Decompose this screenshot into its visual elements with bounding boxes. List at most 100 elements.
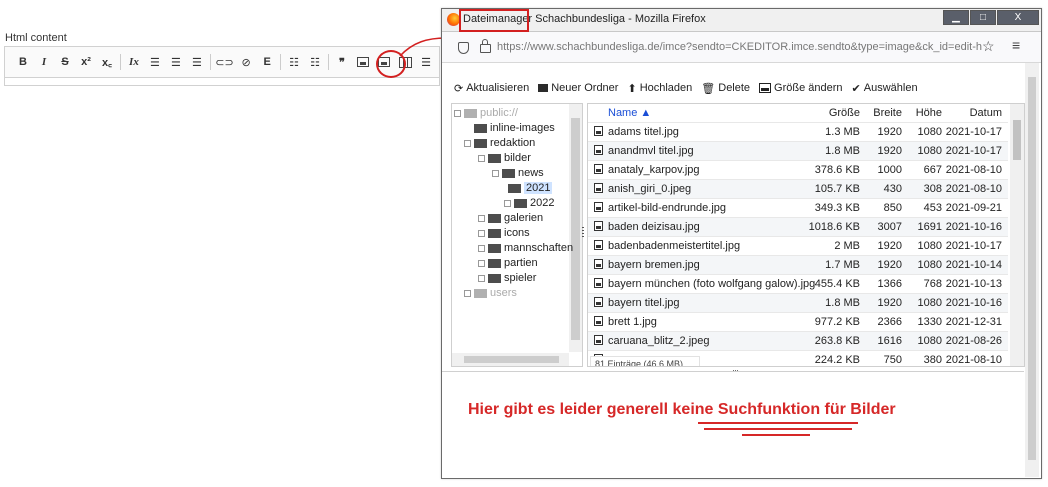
bulleted-list-button[interactable]: ☷ <box>286 53 302 71</box>
file-row[interactable]: baden deizisau.jpg 1018.6 KB 3007 1691 2021-… <box>588 217 1008 237</box>
file-name: bayern titel.jpg <box>608 297 680 309</box>
file-row[interactable]: artikel-bild-endrunde.jpg 349.3 KB 850 453 2… <box>588 198 1008 218</box>
window-titlebar[interactable]: Dateimanager Schachbundesliga - Mozilla … <box>442 9 1041 32</box>
file-row[interactable]: bayern münchen (foto wolfgang galow).jpg… <box>588 274 1008 294</box>
file-row[interactable]: anish_giri_0.jpeg 105.7 KB 430 308 2021-08-1… <box>588 179 1008 199</box>
file-row[interactable]: caruana_blitz_2.jpeg 263.8 KB 1616 1080 2021… <box>588 331 1008 351</box>
italic-button[interactable]: I <box>36 53 52 71</box>
folder-icon <box>464 108 477 118</box>
page-vertical-scrollbar[interactable] <box>1025 63 1039 477</box>
url-text[interactable]: https://www.schachbundesliga.de/imce?sen… <box>497 41 982 53</box>
tree-item[interactable]: mannschaften <box>478 241 573 255</box>
collapse-icon[interactable] <box>464 139 471 147</box>
lock-icon[interactable] <box>480 39 491 53</box>
tree-item[interactable]: spieler <box>478 271 536 285</box>
window-controls: ▁ □ X <box>942 10 1039 25</box>
expand-icon[interactable] <box>478 259 485 267</box>
align-left-button[interactable]: ☰ <box>147 53 163 71</box>
editor-body[interactable] <box>4 78 440 86</box>
superscript-button[interactable]: x² <box>78 53 94 71</box>
tree-item[interactable]: galerien <box>478 211 543 225</box>
expand-icon[interactable] <box>504 199 511 207</box>
expand-icon[interactable] <box>478 229 485 237</box>
expand-icon[interactable] <box>464 289 471 297</box>
column-height-header[interactable]: Höhe <box>916 107 942 119</box>
link-button[interactable]: ⊂⊃ <box>215 53 233 71</box>
tree-item[interactable]: partien <box>478 256 538 270</box>
file-list-scroll-thumb[interactable] <box>1013 120 1021 160</box>
subscript-button[interactable]: x꜀ <box>99 53 115 71</box>
collapse-icon[interactable] <box>478 154 485 162</box>
column-name-header[interactable]: Name ▲ <box>608 107 651 119</box>
file-list: Name ▲ Größe Breite Höhe Datum adams tit… <box>587 103 1025 367</box>
shield-icon[interactable] <box>458 42 469 54</box>
embed-button[interactable]: E <box>259 53 275 71</box>
file-row[interactable]: anataly_karpov.jpg 378.6 KB 1000 667 2021-08… <box>588 160 1008 180</box>
maximize-button[interactable]: □ <box>970 10 996 25</box>
expand-icon[interactable] <box>478 274 485 282</box>
tree-item[interactable]: news <box>492 166 544 180</box>
pane-splitter-handle[interactable] <box>582 227 584 237</box>
select-button[interactable]: ✔ Auswählen <box>852 82 918 95</box>
strikethrough-button[interactable]: S <box>57 53 73 71</box>
numbered-list-button[interactable]: ☷ <box>307 53 323 71</box>
upload-button[interactable]: ⬆ Hochladen <box>627 82 692 95</box>
bold-button[interactable]: B <box>15 53 31 71</box>
remove-format-button[interactable]: Ix <box>126 53 142 71</box>
tree-scroll-thumb[interactable] <box>571 118 580 340</box>
page-scroll-thumb[interactable] <box>1028 77 1036 460</box>
file-row[interactable]: anandmvl titel.jpg 1.8 MB 1920 1080 2021-10-… <box>588 141 1008 161</box>
refresh-button[interactable]: ⟳ Aktualisieren <box>454 82 529 95</box>
file-date: 2021-10-16 <box>945 297 1002 309</box>
tree-item[interactable]: inline-images <box>474 121 555 135</box>
file-width: 430 <box>883 183 902 195</box>
file-list-scrollbar[interactable] <box>1010 104 1024 366</box>
align-right-button[interactable]: ☰ <box>189 53 205 71</box>
minimize-button[interactable]: ▁ <box>943 10 969 25</box>
image-file-icon <box>594 240 603 250</box>
tree-horizontal-scrollbar[interactable] <box>452 353 569 366</box>
file-row[interactable]: brett 1.jpg 977.2 KB 2366 1330 2021-12-31 <box>588 312 1008 332</box>
tree-item-label: public:// <box>480 107 518 119</box>
column-date-header[interactable]: Datum <box>970 107 1002 119</box>
hamburger-menu-icon[interactable]: ≡ <box>1012 37 1020 53</box>
align-center-button[interactable]: ☰ <box>168 53 184 71</box>
file-size: 977.2 KB <box>814 316 860 328</box>
tree-item[interactable]: users <box>464 286 517 300</box>
collapse-icon[interactable] <box>454 109 461 117</box>
resize-button[interactable]: Größe ändern <box>759 82 843 94</box>
tree-hscroll-thumb[interactable] <box>464 356 559 363</box>
tree-item[interactable]: redaktion <box>464 136 535 150</box>
image-file-icon <box>594 297 603 307</box>
bookmark-star-icon[interactable]: ☆ <box>982 38 995 55</box>
column-size-header[interactable]: Größe <box>829 107 860 119</box>
column-width-header[interactable]: Breite <box>873 107 902 119</box>
file-name: baden deizisau.jpg <box>608 221 700 233</box>
tree-item[interactable]: public:// <box>454 106 518 120</box>
upload-icon: ⬆ <box>627 82 637 95</box>
editor-toolbar: B I S x² x꜀ Ix ☰ ☰ ☰ ⊂⊃ ⊘ E ☷ ☷ ❞ ☰ <box>4 46 440 78</box>
expand-icon[interactable] <box>478 214 485 222</box>
new-folder-button[interactable]: Neuer Ordner <box>538 82 618 94</box>
tree-vertical-scrollbar[interactable] <box>569 104 582 352</box>
image-button[interactable] <box>355 53 371 71</box>
file-size: 2 MB <box>834 240 860 252</box>
folder-icon <box>514 198 527 208</box>
tree-item[interactable]: bilder <box>478 151 531 165</box>
unlink-button[interactable]: ⊘ <box>238 53 254 71</box>
tree-item[interactable]: 2021 <box>508 181 553 195</box>
delete-button[interactable]: 🗑 Delete <box>701 82 750 95</box>
file-row[interactable]: adams titel.jpg 1.3 MB 1920 1080 2021-10-17 <box>588 122 1008 142</box>
preview-splitter-handle[interactable]: ··· <box>732 365 739 375</box>
expand-icon[interactable] <box>478 244 485 252</box>
note-underline <box>704 428 852 430</box>
file-row[interactable]: bayern bremen.jpg 1.7 MB 1920 1080 2021-10-1… <box>588 255 1008 275</box>
tree-item[interactable]: icons <box>478 226 530 240</box>
close-button[interactable]: X <box>997 10 1039 25</box>
file-row[interactable]: bayern titel.jpg 1.8 MB 1920 1080 2021-10-16 <box>588 293 1008 313</box>
delete-label: Delete <box>718 82 751 94</box>
tree-item[interactable]: 2022 <box>504 196 554 210</box>
collapse-icon[interactable] <box>492 169 499 177</box>
blockquote-button[interactable]: ❞ <box>334 53 350 71</box>
file-row[interactable]: badenbadenmeistertitel.jpg 2 MB 1920 1080 20… <box>588 236 1008 256</box>
